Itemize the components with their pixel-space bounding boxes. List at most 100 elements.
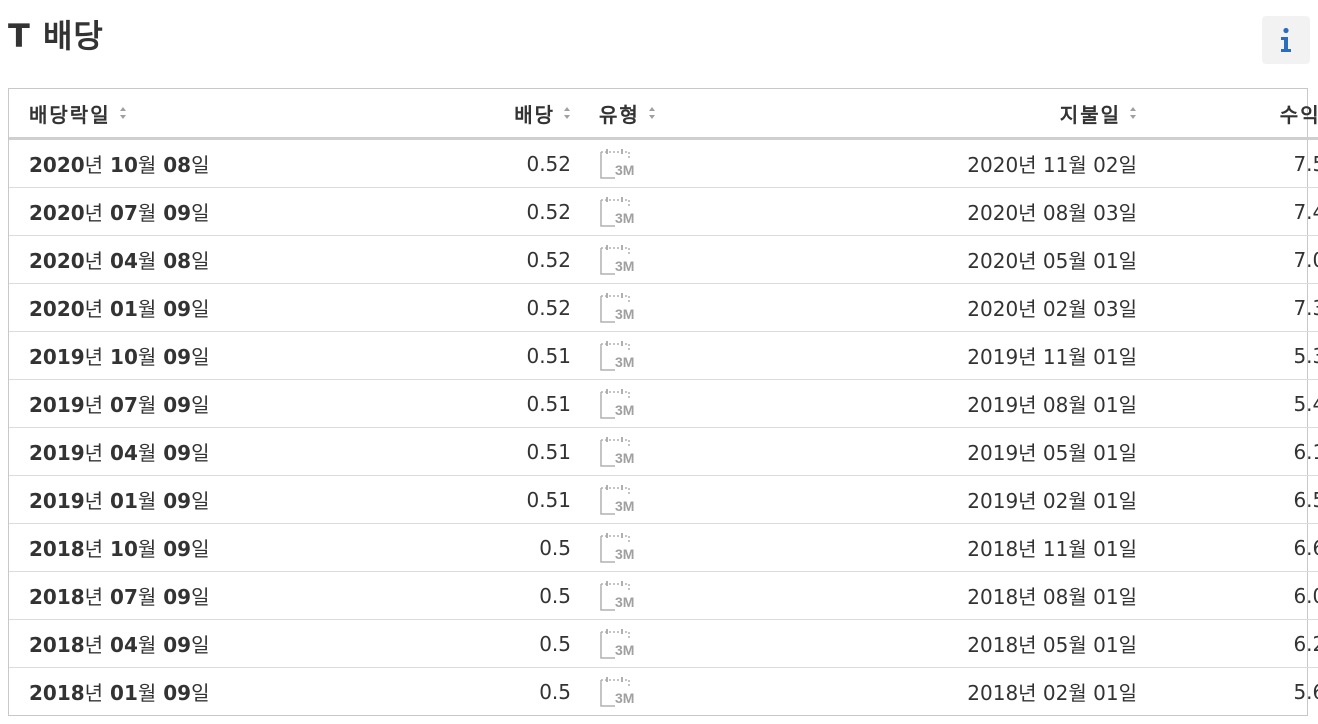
calendar-quarterly-icon: 3M	[600, 292, 634, 323]
yield-cell: 5.62%	[1293, 679, 1318, 704]
table-row: 2019년 07월 09일 0.51 3M 2019년 08월 01일 5.46…	[9, 379, 1318, 428]
ex-date-cell: 2018년 04월 09일	[9, 619, 383, 668]
ex-date-year: 2018	[29, 585, 85, 609]
column-header-yield[interactable]: 수익률	[1137, 89, 1318, 140]
ex-date-cell: 2018년 10월 09일	[9, 523, 383, 572]
amount-cell: 0.51	[383, 475, 571, 524]
year-unit: 년	[84, 537, 104, 561]
year-unit: 년	[84, 585, 104, 609]
month-unit: 월	[137, 537, 157, 561]
ex-date-month: 10	[110, 345, 138, 369]
ex-date-year: 2019	[29, 441, 85, 465]
yield-cell: 6.63%	[1137, 523, 1318, 572]
ex-date-cell: 2019년 01월 09일	[9, 475, 383, 524]
column-header-type[interactable]: 유형	[571, 89, 749, 140]
table-header-row: 배당락일 배당 유형 지불일 수익	[9, 89, 1318, 140]
type-cell: 3M	[571, 187, 749, 236]
month-unit: 월	[137, 345, 157, 369]
sort-icon	[1130, 107, 1136, 119]
ex-date-day: 09	[163, 537, 192, 561]
day-unit: 일	[191, 345, 210, 369]
year-unit: 년	[84, 681, 104, 705]
info-icon	[1281, 27, 1291, 52]
year-unit: 년	[84, 201, 104, 225]
year-unit: 년	[84, 441, 104, 465]
day-unit: 일	[191, 585, 210, 609]
ex-date-month: 01	[110, 489, 138, 513]
ex-date-year: 2018	[29, 681, 85, 705]
sort-icon	[119, 107, 126, 119]
calendar-label: 3M	[615, 258, 634, 274]
calendar-quarterly-icon: 3M	[600, 340, 634, 371]
pay-date-cell: 2018년 11월 01일	[749, 523, 1137, 572]
ex-date-month: 07	[110, 201, 138, 225]
day-unit: 일	[191, 249, 210, 273]
ex-date-year: 2020	[29, 201, 85, 225]
yield-cell: 7.32%	[1137, 283, 1318, 332]
year-unit: 년	[84, 297, 104, 321]
amount-cell: 0.5	[383, 523, 571, 572]
type-cell: 3M	[571, 331, 749, 380]
day-unit: 일	[191, 681, 210, 705]
amount-cell: 0.52	[383, 138, 571, 188]
calendar-quarterly-icon: 3M	[600, 628, 634, 659]
calendar-label: 3M	[615, 594, 634, 610]
yield-cell: 6.19%	[1137, 427, 1318, 476]
table-body: 2020년 10월 08일 0.52 3M 2020년 11월 02일 7.56…	[9, 138, 1318, 716]
ex-date-day: 09	[163, 489, 192, 513]
type-cell: 3M	[571, 571, 749, 620]
pay-date-cell: 2019년 02월 01일	[749, 475, 1137, 524]
ex-date-day: 09	[163, 297, 192, 321]
table-row: 2020년 07월 09일 0.52 3M 2020년 08월 03일 7.42…	[9, 187, 1318, 236]
column-header-ex-date[interactable]: 배당락일	[9, 89, 383, 140]
amount-cell: 0.52	[383, 187, 571, 236]
year-unit: 년	[84, 633, 104, 657]
month-unit: 월	[137, 153, 157, 177]
ex-date-day: 08	[163, 249, 192, 273]
amount-cell: 0.52	[383, 283, 571, 332]
month-unit: 월	[137, 489, 157, 513]
calendar-label: 3M	[615, 546, 634, 562]
ex-date-cell: 2020년 07월 09일	[9, 187, 383, 236]
dividend-table: 배당락일 배당 유형 지불일 수익 2020년 10월 08일 0.52 3M …	[8, 88, 1318, 716]
table-row: 2018년 04월 09일 0.5 3M 2018년 05월 01일 6.21%	[9, 619, 1318, 668]
pay-date-cell: 2020년 08월 03일	[749, 187, 1137, 236]
ex-date-year: 2019	[29, 393, 85, 417]
amount-cell: 0.51	[383, 331, 571, 380]
pay-date-cell: 2020년 02월 03일	[749, 283, 1137, 332]
table-row: 2020년 04월 08일 0.52 3M 2020년 05월 01일 7.00…	[9, 235, 1318, 284]
pay-date-cell: 2019년 05월 01일	[749, 427, 1137, 476]
column-header-pay-date[interactable]: 지불일	[749, 89, 1137, 140]
ex-date-day: 09	[163, 681, 192, 705]
amount-cell: 0.51	[383, 427, 571, 476]
ex-date-day: 08	[163, 153, 192, 177]
month-unit: 월	[137, 585, 157, 609]
calendar-quarterly-icon: 3M	[600, 676, 634, 707]
page-title: T 배당	[8, 17, 104, 55]
ex-date-day: 09	[163, 345, 192, 369]
month-unit: 월	[137, 201, 157, 225]
info-button[interactable]	[1262, 16, 1310, 64]
yield-cell: 5.32%	[1137, 331, 1318, 380]
year-unit: 년	[84, 153, 104, 177]
table-row: 2018년 01월 09일 0.5 3M 2018년 02월 01일 5.62%	[9, 668, 1318, 716]
calendar-quarterly-icon: 3M	[600, 484, 634, 515]
day-unit: 일	[191, 153, 210, 177]
column-header-type-label: 유형	[599, 102, 640, 127]
year-unit: 년	[84, 489, 104, 513]
ex-date-cell: 2019년 04월 09일	[9, 427, 383, 476]
month-unit: 월	[137, 297, 157, 321]
table-row: 2019년 01월 09일 0.51 3M 2019년 02월 01일 6.50…	[9, 475, 1318, 524]
calendar-quarterly-icon: 3M	[600, 244, 634, 275]
ex-date-month: 01	[110, 297, 138, 321]
ex-date-cell: 2018년 07월 09일	[9, 571, 383, 620]
amount-cell: 0.5	[539, 679, 571, 704]
ex-date-cell: 2019년 10월 09일	[9, 331, 383, 380]
column-header-amount[interactable]: 배당	[383, 89, 571, 140]
ex-date-year: 2019	[29, 345, 85, 369]
ex-date-year: 2018	[29, 633, 85, 657]
type-cell: 3M	[571, 235, 749, 284]
month-unit: 월	[137, 633, 157, 657]
year-unit: 년	[84, 393, 104, 417]
yield-cell: 5.46%	[1137, 379, 1318, 428]
